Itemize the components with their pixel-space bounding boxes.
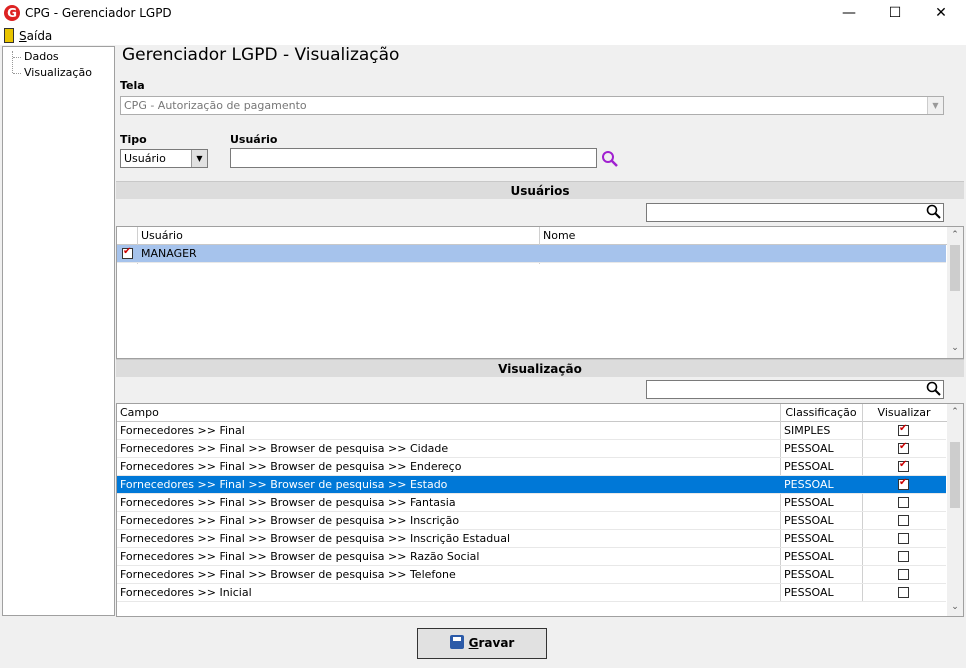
column-header-campo[interactable]: Campo — [118, 404, 778, 422]
visualizar-checkbox[interactable] — [898, 423, 909, 436]
column-header-visualizar[interactable]: Visualizar — [863, 404, 945, 422]
usuarios-grid-header: Usuário Nome — [117, 227, 947, 245]
tela-label: Tela — [120, 79, 145, 92]
table-row[interactable]: Fornecedores >> Final >> Browser de pesq… — [117, 458, 946, 476]
table-row[interactable]: Fornecedores >> Final >> Browser de pesq… — [117, 476, 946, 494]
campo-cell: Fornecedores >> Final >> Browser de pesq… — [120, 568, 456, 581]
tree-connector — [13, 73, 21, 74]
usuarios-section-header: Usuários — [116, 181, 964, 199]
usuario-label: Usuário — [230, 133, 278, 146]
tipo-label: Tipo — [120, 133, 147, 146]
visualizar-checkbox[interactable] — [898, 477, 909, 490]
visualizar-checkbox[interactable] — [898, 533, 909, 544]
gravar-button[interactable]: Gravar — [417, 628, 547, 659]
campo-cell: Fornecedores >> Final >> Browser de pesq… — [120, 460, 462, 473]
usuarios-scrollbar[interactable]: ⌃ ⌄ — [947, 227, 963, 358]
tela-value: CPG - Autorização de pagamento — [124, 99, 307, 112]
row-checkbox[interactable] — [122, 246, 133, 259]
table-row[interactable]: MANAGER — [117, 245, 946, 263]
scroll-down-icon[interactable]: ⌄ — [947, 599, 963, 615]
usuario-input[interactable] — [230, 148, 597, 168]
nome-cell — [541, 245, 941, 263]
app-logo-icon: G — [4, 5, 20, 21]
scroll-thumb[interactable] — [950, 442, 960, 508]
tela-combo: CPG - Autorização de pagamento ▼ — [120, 96, 944, 115]
visualizacao-scrollbar[interactable]: ⌃ ⌄ — [947, 404, 963, 616]
table-row[interactable]: Fornecedores >> Final >> Browser de pesq… — [117, 548, 946, 566]
campo-cell: Fornecedores >> Final >> Browser de pesq… — [120, 550, 480, 563]
tipo-value: Usuário — [124, 152, 166, 165]
tipo-select[interactable]: Usuário ▼ — [120, 149, 208, 168]
classificacao-cell: PESSOAL — [784, 460, 834, 473]
visualizacao-grid-header: Campo Classificação Visualizar — [117, 404, 947, 422]
maximize-button[interactable]: ☐ — [872, 0, 918, 27]
campo-cell: Fornecedores >> Final — [120, 424, 245, 437]
search-icon[interactable] — [926, 204, 942, 220]
tree-item-dados[interactable]: Dados — [24, 50, 59, 63]
usuarios-search-input[interactable] — [646, 203, 944, 222]
visualizar-checkbox[interactable] — [898, 569, 909, 580]
visualizar-checkbox[interactable] — [898, 515, 909, 526]
chevron-down-icon: ▼ — [191, 150, 207, 167]
campo-cell: Fornecedores >> Inicial — [120, 586, 252, 599]
menu-bar — [0, 27, 966, 45]
classificacao-cell: SIMPLES — [784, 424, 831, 437]
chevron-down-icon: ▼ — [927, 97, 943, 114]
table-row[interactable]: Fornecedores >> Final >> Browser de pesq… — [117, 494, 946, 512]
classificacao-cell: PESSOAL — [784, 496, 834, 509]
scroll-thumb[interactable] — [950, 245, 960, 291]
campo-cell: Fornecedores >> Final >> Browser de pesq… — [120, 478, 448, 491]
navigation-tree: Dados Visualização — [2, 46, 115, 616]
page-title: Gerenciador LGPD - Visualização — [122, 45, 400, 65]
tree-connector — [13, 57, 21, 58]
usuarios-grid: Usuário Nome MANAGER ⌃ ⌄ — [116, 226, 964, 359]
search-icon[interactable] — [600, 150, 620, 168]
classificacao-cell: PESSOAL — [784, 586, 834, 599]
usuario-cell: MANAGER — [141, 247, 197, 260]
scroll-up-icon[interactable]: ⌃ — [947, 227, 963, 243]
minimize-button[interactable]: — — [826, 0, 872, 27]
gravar-mnemonic: G — [468, 636, 479, 650]
campo-cell: Fornecedores >> Final >> Browser de pesq… — [120, 514, 460, 527]
campo-cell: Fornecedores >> Final >> Browser de pesq… — [120, 442, 449, 455]
visualizar-checkbox[interactable] — [898, 441, 909, 454]
tree-connector — [12, 51, 13, 73]
column-header-nome[interactable]: Nome — [541, 227, 941, 245]
visualizar-checkbox[interactable] — [898, 551, 909, 562]
menu-saida-mnemonic: S — [19, 29, 27, 43]
visualizar-checkbox[interactable] — [898, 497, 909, 508]
visualizar-checkbox[interactable] — [898, 459, 909, 472]
search-icon[interactable] — [926, 381, 942, 397]
menu-saida-label: aída — [26, 29, 53, 43]
gravar-label: ravar — [478, 636, 515, 650]
exit-door-icon — [4, 28, 14, 43]
campo-cell: Fornecedores >> Final >> Browser de pesq… — [120, 496, 456, 509]
window-title: CPG - Gerenciador LGPD — [25, 6, 172, 20]
close-button[interactable]: ✕ — [918, 0, 964, 27]
scroll-up-icon[interactable]: ⌃ — [947, 404, 963, 420]
classificacao-cell: PESSOAL — [784, 478, 834, 491]
table-row[interactable]: Fornecedores >> Final >> Browser de pesq… — [117, 440, 946, 458]
classificacao-cell: PESSOAL — [784, 514, 834, 527]
table-row[interactable]: Fornecedores >> Final SIMPLES — [117, 422, 946, 440]
visualizacao-section-header: Visualização — [116, 359, 964, 377]
menu-saida[interactable]: Saída — [19, 29, 52, 43]
classificacao-cell: PESSOAL — [784, 442, 834, 455]
classificacao-cell: PESSOAL — [784, 532, 834, 545]
column-header-classificacao[interactable]: Classificação — [781, 404, 861, 422]
classificacao-cell: PESSOAL — [784, 568, 834, 581]
scroll-down-icon[interactable]: ⌄ — [947, 340, 963, 356]
visualizacao-grid: Campo Classificação Visualizar Fornecedo… — [116, 403, 964, 617]
visualizacao-search-input[interactable] — [646, 380, 944, 399]
floppy-disk-icon — [449, 635, 464, 649]
table-row[interactable]: Fornecedores >> Final >> Browser de pesq… — [117, 512, 946, 530]
table-row[interactable]: Fornecedores >> Inicial PESSOAL — [117, 584, 946, 602]
visualizar-checkbox[interactable] — [898, 587, 909, 598]
tree-item-visualizacao[interactable]: Visualização — [24, 66, 92, 79]
campo-cell: Fornecedores >> Final >> Browser de pesq… — [120, 532, 511, 545]
column-header-usuario[interactable]: Usuário — [139, 227, 539, 245]
table-row[interactable]: Fornecedores >> Final >> Browser de pesq… — [117, 566, 946, 584]
classificacao-cell: PESSOAL — [784, 550, 834, 563]
table-row[interactable]: Fornecedores >> Final >> Browser de pesq… — [117, 530, 946, 548]
